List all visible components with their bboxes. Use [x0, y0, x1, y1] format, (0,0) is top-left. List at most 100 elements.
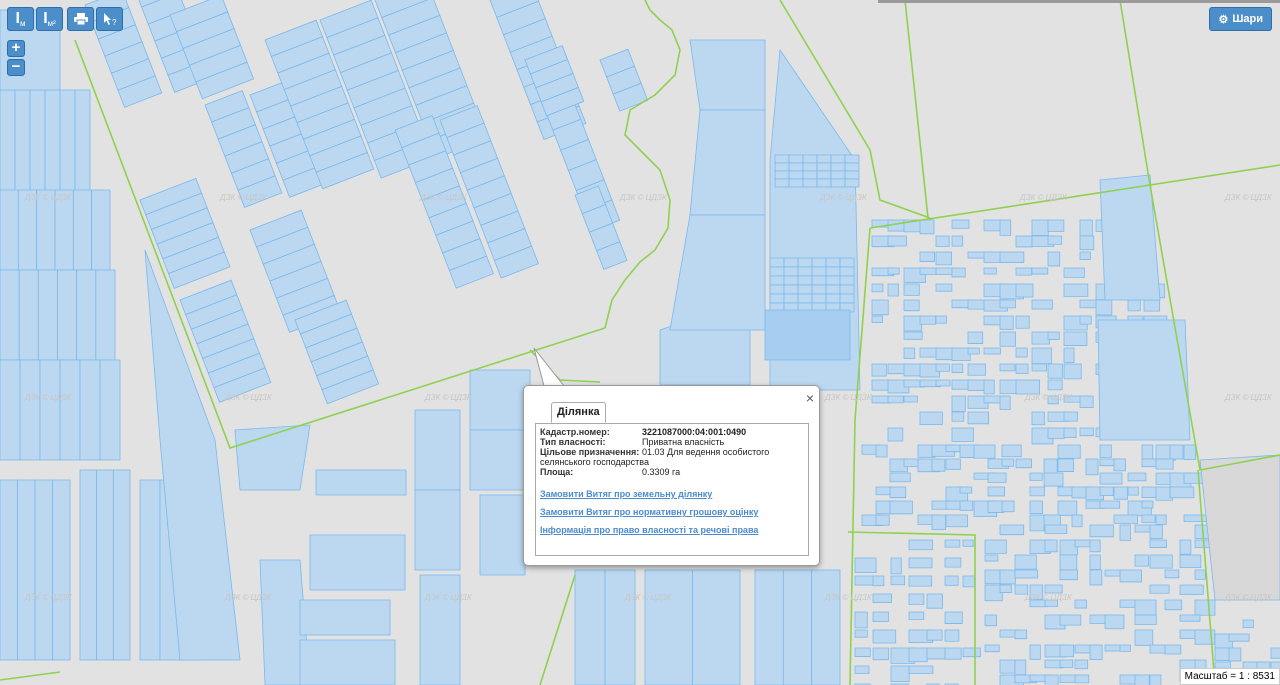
- ownership-rights-info-link[interactable]: Інформація про право власності та речові…: [540, 525, 804, 535]
- house-plot[interactable]: [1015, 235, 1033, 248]
- land-parcel[interactable]: [816, 162, 832, 172]
- measure-area-button[interactable]: Iм²: [36, 7, 63, 31]
- tab-parcel[interactable]: Ділянка: [551, 402, 606, 423]
- house-plot[interactable]: [1015, 283, 1034, 298]
- house-plot[interactable]: [999, 584, 1012, 593]
- house-plot[interactable]: [984, 614, 997, 627]
- house-plot[interactable]: [1031, 219, 1049, 236]
- house-plot[interactable]: [1047, 331, 1060, 340]
- house-plot[interactable]: [908, 557, 933, 569]
- house-plot[interactable]: [903, 283, 920, 296]
- land-parcel[interactable]: [36, 189, 56, 271]
- land-parcel[interactable]: [788, 154, 804, 164]
- house-plot[interactable]: [983, 347, 1001, 355]
- house-plot[interactable]: [903, 315, 923, 332]
- house-plot[interactable]: [1127, 486, 1139, 496]
- zoom-out-button[interactable]: −: [7, 59, 25, 76]
- house-plot[interactable]: [1089, 539, 1101, 553]
- house-plot[interactable]: [1015, 267, 1033, 276]
- house-plot[interactable]: [999, 569, 1016, 585]
- house-plot[interactable]: [962, 539, 974, 547]
- land-parcel[interactable]: [797, 257, 813, 268]
- house-plot[interactable]: [1057, 444, 1081, 459]
- house-plot[interactable]: [935, 283, 953, 292]
- house-plot[interactable]: [999, 299, 1016, 309]
- house-plot[interactable]: [1079, 235, 1095, 251]
- house-plot[interactable]: [1113, 486, 1128, 500]
- house-plot[interactable]: [889, 486, 907, 499]
- house-plot[interactable]: [872, 629, 897, 644]
- cadastral-map[interactable]: ДЗК © ЦДЗК ДЗК © ЦДЗК ДЗК © ЦДЗК ДЗК © ЦДЗК…: [0, 0, 1280, 685]
- house-plot[interactable]: [854, 557, 877, 573]
- house-plot[interactable]: [903, 347, 916, 360]
- house-plot[interactable]: [1031, 363, 1047, 372]
- land-parcel[interactable]: [774, 170, 790, 180]
- house-plot[interactable]: [903, 395, 918, 403]
- house-plot[interactable]: [875, 514, 890, 526]
- house-plot[interactable]: [872, 611, 889, 623]
- house-plot[interactable]: [887, 235, 907, 247]
- house-plot[interactable]: [1047, 363, 1063, 379]
- house-plot[interactable]: [967, 299, 986, 310]
- house-plot[interactable]: [983, 379, 995, 395]
- house-plot[interactable]: [871, 283, 884, 293]
- house-plot[interactable]: [1089, 569, 1103, 586]
- land-parcel[interactable]: [79, 359, 101, 461]
- house-plot[interactable]: [931, 514, 947, 531]
- house-plot[interactable]: [872, 593, 893, 603]
- house-plot[interactable]: [1134, 554, 1149, 567]
- house-plot[interactable]: [983, 315, 1002, 326]
- house-plot[interactable]: [1127, 299, 1141, 312]
- house-plot[interactable]: [984, 554, 999, 562]
- house-plot[interactable]: [1164, 644, 1182, 655]
- house-plot[interactable]: [1089, 644, 1103, 661]
- house-plot[interactable]: [1044, 524, 1068, 534]
- land-parcel[interactable]: [769, 293, 785, 304]
- house-plot[interactable]: [1057, 500, 1078, 516]
- land-parcel[interactable]: [299, 639, 396, 685]
- house-plot[interactable]: [890, 557, 902, 575]
- house-plot[interactable]: [1071, 514, 1083, 528]
- house-plot[interactable]: [926, 647, 946, 660]
- land-parcel[interactable]: [59, 359, 81, 461]
- land-parcel[interactable]: [95, 269, 116, 361]
- house-plot[interactable]: [871, 299, 889, 316]
- land-parcel[interactable]: [72, 189, 93, 271]
- house-plot[interactable]: [919, 251, 935, 262]
- house-plot[interactable]: [944, 647, 962, 660]
- house-plot[interactable]: [919, 347, 938, 358]
- identify-button[interactable]: ?: [96, 7, 123, 31]
- land-parcel[interactable]: [839, 266, 855, 277]
- house-plot[interactable]: [962, 575, 976, 588]
- house-plot[interactable]: [1099, 472, 1123, 485]
- land-parcel[interactable]: [29, 89, 46, 201]
- house-plot[interactable]: [1270, 647, 1280, 659]
- land-parcel[interactable]: [802, 178, 818, 188]
- house-plot[interactable]: [959, 486, 973, 494]
- land-parcel[interactable]: [816, 170, 832, 180]
- order-land-extract-link[interactable]: Замовити Витяг про земельну ділянку: [540, 489, 804, 499]
- house-plot[interactable]: [1134, 614, 1157, 625]
- house-plot[interactable]: [962, 647, 981, 658]
- house-plot[interactable]: [1179, 614, 1201, 622]
- house-plot[interactable]: [1141, 444, 1154, 460]
- house-plot[interactable]: [1063, 331, 1088, 346]
- house-plot[interactable]: [919, 219, 935, 235]
- house-plot[interactable]: [1079, 219, 1093, 237]
- house-plot[interactable]: [999, 659, 1016, 674]
- house-plot[interactable]: [967, 379, 986, 391]
- land-parcel[interactable]: [844, 170, 860, 180]
- land-parcel[interactable]: [844, 178, 860, 188]
- land-parcel[interactable]: [414, 409, 461, 491]
- house-plot[interactable]: [1031, 299, 1053, 310]
- house-plot[interactable]: [1044, 584, 1063, 594]
- land-parcel[interactable]: [774, 154, 790, 164]
- land-parcel[interactable]: [18, 269, 39, 361]
- land-parcel[interactable]: [76, 269, 97, 361]
- house-plot[interactable]: [1063, 283, 1089, 297]
- land-parcel[interactable]: [825, 266, 841, 277]
- house-plot[interactable]: [889, 472, 911, 483]
- land-parcel[interactable]: [0, 269, 20, 361]
- house-plot[interactable]: [1194, 569, 1206, 580]
- house-plot[interactable]: [999, 363, 1016, 372]
